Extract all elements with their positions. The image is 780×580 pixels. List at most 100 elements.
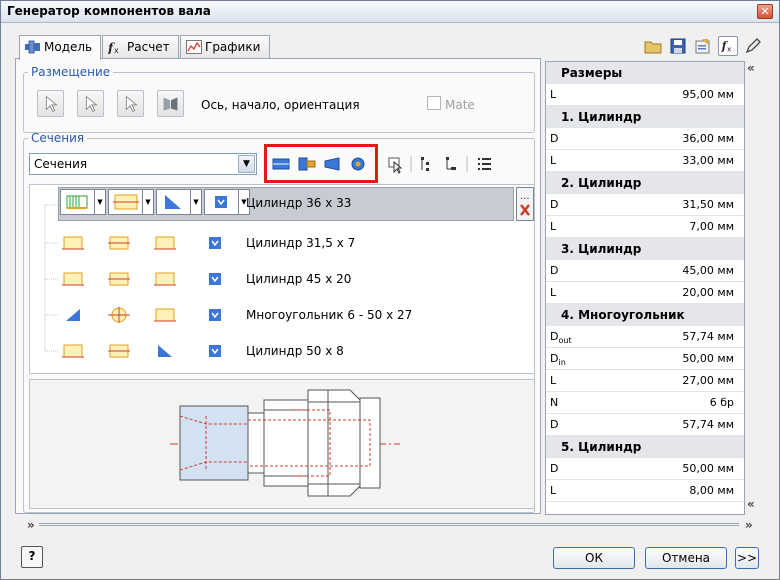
edit-section-icon[interactable] xyxy=(204,270,226,288)
row-options-button[interactable]: ... xyxy=(516,187,534,221)
chevron-down-icon: ▼ xyxy=(238,155,255,173)
section-row[interactable]: Цилиндр 45 x 20 xyxy=(30,261,534,297)
chamfer-icon xyxy=(165,195,181,209)
property-row[interactable]: L 33,00 мм xyxy=(546,150,744,172)
ok-button[interactable]: ОК xyxy=(553,547,635,569)
tree-expand-icon[interactable] xyxy=(446,157,456,170)
sections-tree: ▼ ▼ ▼ ▼ Цилиндр 36 x 33 ... Цилиндр 31,5… xyxy=(29,184,535,374)
tab-model[interactable]: Модель xyxy=(19,35,101,60)
section-row[interactable]: ▼ ▼ ▼ ▼ Цилиндр 36 x 33 ... xyxy=(30,185,534,221)
group-header: 1. Цилиндр xyxy=(546,106,744,128)
close-icon: ✕ xyxy=(760,5,770,18)
options-icon[interactable] xyxy=(693,36,713,56)
select-cylinder-button[interactable] xyxy=(37,90,64,117)
section-type-combo[interactable]: ▼ xyxy=(108,189,154,215)
sections-dropdown[interactable]: Сечения ▼ xyxy=(29,153,257,175)
mate-checkbox[interactable] xyxy=(427,96,441,110)
property-row[interactable]: D 57,74 мм xyxy=(546,414,744,436)
sections-legend: Сечения xyxy=(31,131,85,145)
select-cylinder-icon xyxy=(45,95,58,112)
edge-feature-combo[interactable]: ▼ xyxy=(60,189,106,215)
flip-button[interactable] xyxy=(157,90,184,117)
plain-edge-icon xyxy=(62,344,84,358)
shaft-preview-drawing xyxy=(170,389,400,497)
tab-graphs[interactable]: Графики xyxy=(180,35,270,59)
section-label: Цилиндр 36 x 33 xyxy=(246,196,352,210)
collapse-up-icon[interactable]: « xyxy=(747,497,755,511)
property-row[interactable]: Dout 57,74 мм xyxy=(546,326,744,348)
fx-toggle-icon[interactable]: fx xyxy=(718,36,738,56)
tab-calculation[interactable]: f x Расчет xyxy=(102,35,179,59)
list-view-icon[interactable] xyxy=(478,158,491,170)
section-row[interactable]: Цилиндр 50 x 8 xyxy=(30,333,534,369)
close-button[interactable]: ✕ xyxy=(757,4,773,19)
shaft-model-icon xyxy=(25,40,40,54)
properties-header: Размеры xyxy=(546,62,744,84)
section-row[interactable]: Многоугольник 6 - 50 x 27 xyxy=(30,297,534,333)
highlight-box xyxy=(264,144,378,183)
window-title: Генератор компонентов вала xyxy=(7,4,211,18)
help-button[interactable]: ? xyxy=(21,546,43,568)
chamfer-icon xyxy=(158,345,172,357)
flip-icon xyxy=(163,97,178,111)
polygon-section-icon xyxy=(108,307,130,323)
side-collapse-bar: « « xyxy=(747,61,761,515)
chevron-down-icon: ▼ xyxy=(142,190,153,214)
edit-section-icon[interactable] xyxy=(204,234,226,252)
property-row[interactable]: L 20,00 мм xyxy=(546,282,744,304)
group-header: 2. Цилиндр xyxy=(546,172,744,194)
open-folder-icon[interactable] xyxy=(643,36,663,56)
property-row[interactable]: Din 50,00 мм xyxy=(546,348,744,370)
properties-panel: Размеры L 95,00 мм 1. Цилиндр D 36,00 мм… xyxy=(545,61,745,515)
section-label: Цилиндр 45 x 20 xyxy=(246,272,352,286)
svg-text:...: ... xyxy=(520,191,530,202)
placement-label: Ось, начало, ориентация xyxy=(201,98,360,112)
property-row[interactable]: D 31,50 мм xyxy=(546,194,744,216)
cylinder-section-icon xyxy=(108,272,130,286)
property-row[interactable]: L 8,00 мм xyxy=(546,480,744,502)
help-icon: ? xyxy=(28,549,36,563)
svg-text:x: x xyxy=(727,44,732,53)
thread-feature-icon xyxy=(66,195,88,209)
select-end-button[interactable] xyxy=(117,90,144,117)
cancel-button[interactable]: Отмена xyxy=(645,547,727,569)
mate-label: Mate xyxy=(445,98,475,112)
edit-section-icon[interactable] xyxy=(204,306,226,324)
edit-section-icon xyxy=(215,196,227,208)
chevron-down-icon: ▼ xyxy=(94,190,105,214)
property-row[interactable]: N 6 бр xyxy=(546,392,744,414)
property-row[interactable]: D 45,00 мм xyxy=(546,260,744,282)
sections-dropdown-value: Сечения xyxy=(34,157,88,171)
property-row[interactable]: D 36,00 мм xyxy=(546,128,744,150)
cylinder-section-icon xyxy=(113,194,139,210)
section-label: Цилиндр 31,5 x 7 xyxy=(246,236,356,250)
collapse-up-icon[interactable]: « xyxy=(747,61,755,75)
chamfer-icon xyxy=(66,309,80,321)
sketch-pencil-icon[interactable] xyxy=(743,36,763,56)
expand-down-icon[interactable]: » xyxy=(745,518,753,532)
group-header: 4. Многоугольник xyxy=(546,304,744,326)
plain-edge-icon xyxy=(62,236,84,250)
select-start-icon xyxy=(85,95,98,112)
save-icon[interactable] xyxy=(668,36,688,56)
select-start-button[interactable] xyxy=(77,90,104,117)
end-feature-combo[interactable]: ▼ xyxy=(156,189,202,215)
select-feature-icon[interactable] xyxy=(388,157,403,174)
expand-down-icon[interactable]: » xyxy=(27,518,35,532)
property-row[interactable]: D 50,00 мм xyxy=(546,458,744,480)
more-button[interactable]: >> xyxy=(735,547,759,569)
placement-legend: Размещение xyxy=(31,65,111,79)
property-row[interactable]: L 95,00 мм xyxy=(546,84,744,106)
property-row[interactable]: L 7,00 мм xyxy=(546,216,744,238)
fx-calc-icon: f x xyxy=(108,41,119,54)
select-end-icon xyxy=(125,95,138,112)
section-row[interactable]: Цилиндр 31,5 x 7 xyxy=(30,225,534,261)
tree-view-icon[interactable] xyxy=(421,157,429,171)
edit-section-icon[interactable] xyxy=(204,342,226,360)
cylinder-section-icon xyxy=(108,236,130,250)
edit-combo[interactable]: ▼ xyxy=(204,189,250,215)
bottom-divider xyxy=(39,523,739,526)
shaft-preview xyxy=(29,379,535,509)
property-row[interactable]: L 27,00 мм xyxy=(546,370,744,392)
shaft-generator-window: Генератор компонентов вала ✕ Модель f x … xyxy=(0,0,780,580)
